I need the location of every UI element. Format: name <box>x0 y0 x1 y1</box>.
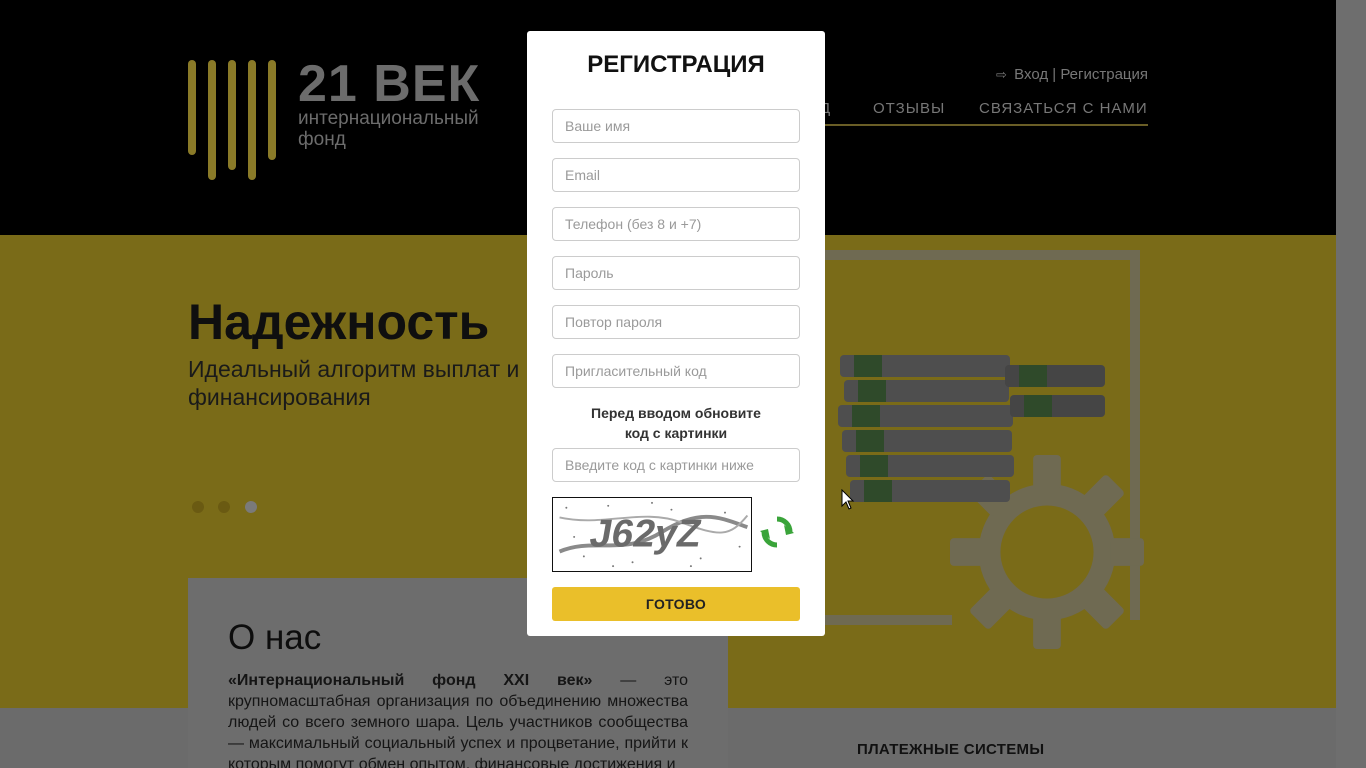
registration-modal: РЕГИСТРАЦИЯ Перед вводом обновите код с … <box>527 31 825 636</box>
hero-subtitle: Идеальный алгоритм выплат и финансирован… <box>188 356 520 410</box>
auth-links-text: Вход | Регистрация <box>1014 66 1149 83</box>
page-scrollbar[interactable] <box>1336 0 1366 768</box>
captcha-note-line-1: Перед вводом обновите <box>591 405 761 421</box>
logo-subtitle: интернациональный фонд <box>298 108 479 150</box>
auth-links[interactable]: ⇨ Вход | Регистрация <box>996 66 1148 83</box>
payments-title: ПЛАТЕЖНЫЕ СИСТЕМЫ <box>857 741 1045 758</box>
captcha-input[interactable] <box>552 448 800 482</box>
slider-dot-1[interactable] <box>192 501 204 513</box>
sign-in-icon: ⇨ <box>996 67 1007 82</box>
modal-title: РЕГИСТРАЦИЯ <box>587 51 765 78</box>
hero-frame-bottom <box>820 615 952 625</box>
mouse-cursor-icon <box>841 489 855 510</box>
site-logo[interactable]: 21 ВЕК интернациональный фонд <box>188 55 498 185</box>
slider-dot-3[interactable] <box>244 501 257 513</box>
logo-title: 21 ВЕК <box>298 55 481 113</box>
refresh-icon[interactable] <box>760 515 794 549</box>
about-text: «Интернациональный фонд XXI век» — это к… <box>228 670 688 768</box>
password-repeat-field[interactable] <box>552 305 800 339</box>
captcha-image: J62yZ <box>552 497 752 572</box>
slider-dots <box>192 500 267 518</box>
slider-dot-2[interactable] <box>218 501 231 513</box>
about-lead: «Интернациональный фонд XXI век» <box>228 672 593 689</box>
captcha-note: Перед вводом обновите код с картинки <box>552 403 800 443</box>
password-field[interactable] <box>552 256 800 290</box>
captcha-row: J62yZ <box>552 497 800 573</box>
logo-bars-icon <box>188 60 278 180</box>
main-nav: Д ОТЗЫВЫ СВЯЗАТЬСЯ С НАМИ <box>800 100 1148 126</box>
nav-item-reviews[interactable]: ОТЗЫВЫ <box>873 100 945 117</box>
captcha-text: J62yZ <box>587 512 705 556</box>
submit-button[interactable]: ГОТОВО <box>552 587 800 621</box>
nav-item-contact[interactable]: СВЯЗАТЬСЯ С НАМИ <box>979 100 1148 117</box>
hero-title: Надежность <box>188 294 490 350</box>
invite-code-field[interactable] <box>552 354 800 388</box>
email-field[interactable] <box>552 158 800 192</box>
name-field[interactable] <box>552 109 800 143</box>
captcha-note-line-2: код с картинки <box>624 425 728 441</box>
phone-field[interactable] <box>552 207 800 241</box>
money-stack-image <box>830 335 1130 525</box>
